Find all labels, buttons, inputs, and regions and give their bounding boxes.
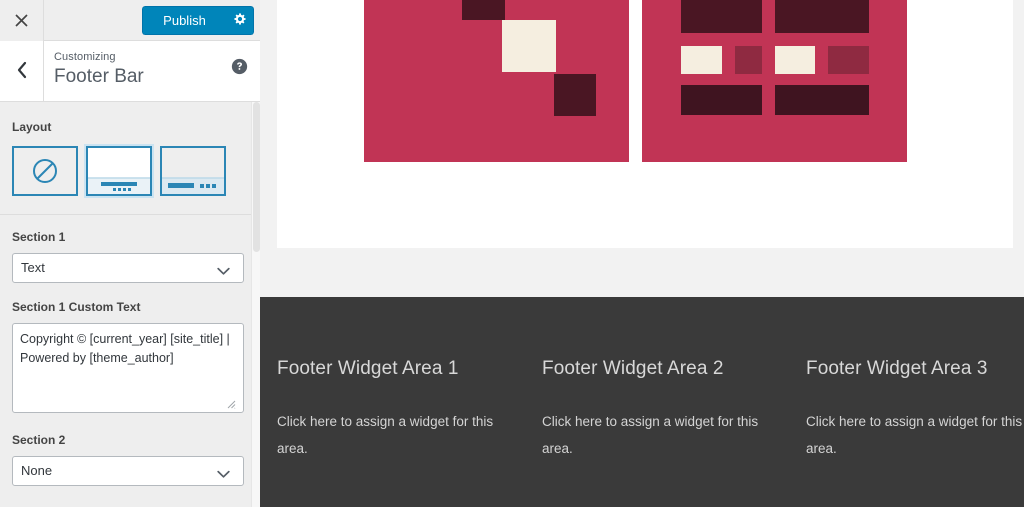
close-customizer-button[interactable] <box>0 0 44 41</box>
customizer-sidebar: Publish Customizing Footer Bar Layout Se… <box>0 0 260 507</box>
preview-image-blocks <box>364 0 907 162</box>
art-cell-cream <box>681 46 722 74</box>
control-section-2: Section 2 None <box>0 418 251 486</box>
preview-content-card <box>277 0 1013 248</box>
footer-widget-text[interactable]: Click here to assign a widget for this a… <box>542 408 764 462</box>
section-2-select[interactable]: None <box>12 456 244 486</box>
layout-label: Layout <box>12 120 52 134</box>
section-2-select-wrap: None <box>12 456 244 486</box>
section-2-label: Section 2 <box>12 433 66 447</box>
site-preview[interactable]: Footer Widget Area 1 Click here to assig… <box>260 0 1024 507</box>
layout-option-split[interactable] <box>160 146 226 196</box>
section-1-select-wrap: Text <box>12 253 244 283</box>
gear-icon <box>233 12 247 29</box>
section-1-custom-text-input[interactable] <box>12 323 244 413</box>
preview-image-grid <box>642 0 907 162</box>
preview-image-diagonal <box>364 0 629 162</box>
help-icon <box>231 58 248 78</box>
no-footer-icon <box>14 148 76 194</box>
footer-widget-area-1[interactable]: Footer Widget Area 1 Click here to assig… <box>277 357 499 462</box>
art-cell-cream <box>775 46 815 74</box>
layout-option-centered[interactable] <box>86 146 152 196</box>
footer-widget-title: Footer Widget Area 1 <box>277 358 459 379</box>
customizer-screen: Publish Customizing Footer Bar Layout Se… <box>0 0 1024 507</box>
layout-option-group <box>12 146 239 196</box>
art-square <box>502 20 556 72</box>
section-1-label: Section 1 <box>12 230 66 244</box>
art-bar <box>681 0 762 33</box>
art-bar <box>775 0 869 33</box>
panel-title-group: Customizing Footer Bar <box>54 50 144 90</box>
control-section-1: Section 1 Text <box>0 215 251 283</box>
page-title: Footer Bar <box>54 66 144 87</box>
art-bar <box>681 85 762 115</box>
customizing-label: Customizing <box>54 51 116 63</box>
preview-footer: Footer Widget Area 1 Click here to assig… <box>260 297 1024 507</box>
footer-widget-title: Footer Widget Area 3 <box>806 358 988 379</box>
publish-settings-button[interactable] <box>226 6 254 35</box>
footer-widget-area-2[interactable]: Footer Widget Area 2 Click here to assig… <box>542 357 764 462</box>
section-1-custom-text-label: Section 1 Custom Text <box>12 300 141 314</box>
chevron-left-icon <box>16 61 28 82</box>
publish-button-group: Publish <box>142 6 254 35</box>
help-button[interactable] <box>231 58 248 75</box>
footer-split-icon <box>162 148 224 194</box>
footer-widget-text[interactable]: Click here to assign a widget for this a… <box>277 408 499 462</box>
art-cell-mid <box>735 46 762 74</box>
footer-widget-text[interactable]: Click here to assign a widget for this a… <box>806 408 1024 462</box>
sidebar-scrollbar-thumb[interactable] <box>253 102 260 252</box>
art-square <box>462 0 505 20</box>
customizer-topbar: Publish <box>0 0 260 41</box>
footer-centered-icon <box>88 148 150 194</box>
footer-widget-title: Footer Widget Area 2 <box>542 358 724 379</box>
section-1-select[interactable]: Text <box>12 253 244 283</box>
customizer-controls: Layout Section 1 Text Section 1 Custom T… <box>0 102 251 507</box>
close-icon <box>14 13 29 28</box>
art-square <box>554 74 596 116</box>
customizer-panel-header: Customizing Footer Bar <box>0 41 260 102</box>
footer-widget-area-3[interactable]: Footer Widget Area 3 Click here to assig… <box>806 357 1024 462</box>
section-1-custom-text-wrap <box>12 323 244 418</box>
sidebar-scrollbar[interactable] <box>251 102 260 507</box>
control-section-1-custom-text: Section 1 Custom Text <box>0 283 251 418</box>
publish-button[interactable]: Publish <box>142 6 226 35</box>
layout-option-none[interactable] <box>12 146 78 196</box>
back-button[interactable] <box>0 41 44 101</box>
control-layout: Layout <box>0 102 251 196</box>
art-cell-mid <box>828 46 869 74</box>
art-bar <box>775 85 869 115</box>
